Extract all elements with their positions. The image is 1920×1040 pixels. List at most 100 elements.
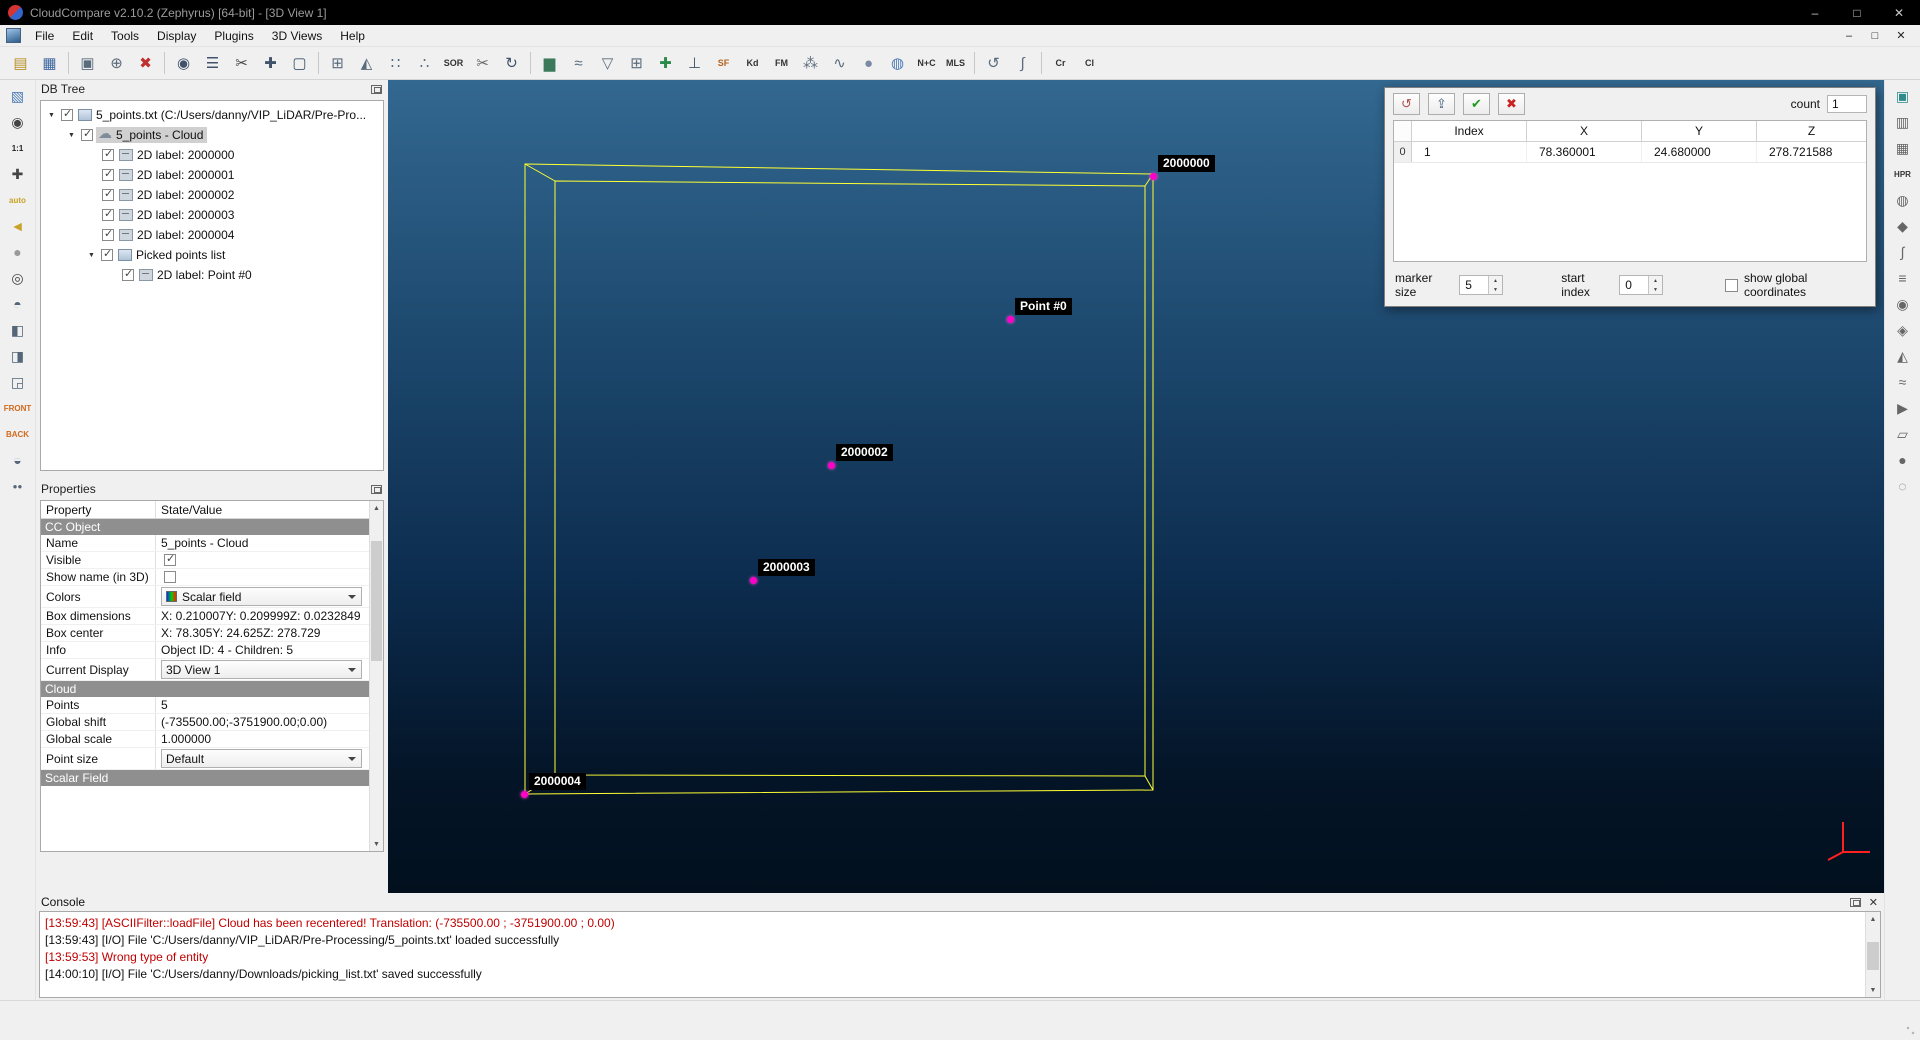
screenshot-icon[interactable]: ◉ (4, 110, 32, 134)
menu-display[interactable]: Display (148, 26, 205, 46)
display-settings-icon[interactable]: ▧ (4, 84, 32, 108)
sf-color-scale-icon[interactable]: SF (710, 50, 737, 76)
qsra-icon[interactable]: ◭ (1889, 344, 1917, 368)
translate-rotate-icon[interactable]: ✚ (257, 50, 284, 76)
roughness-icon[interactable]: ∿ (826, 50, 853, 76)
menu-tools[interactable]: Tools (102, 26, 148, 46)
expander-icon[interactable]: ▼ (85, 252, 98, 259)
tree-item-2d-label[interactable]: 2D label: 2000004 (41, 225, 383, 245)
delete-icon[interactable]: ✖ (132, 50, 159, 76)
canupo-create-icon[interactable]: Cr (1047, 50, 1074, 76)
console-scrollbar[interactable]: ▲ ▼ (1865, 912, 1880, 997)
scroll-down-icon[interactable]: ▼ (1866, 983, 1880, 997)
qpcv-icon[interactable]: ◍ (1889, 188, 1917, 212)
menu-help[interactable]: Help (331, 26, 374, 46)
expander-icon[interactable]: ▼ (45, 112, 58, 119)
spin-up-icon[interactable]: ▲ (1649, 276, 1662, 285)
ssao-filter-icon[interactable]: ▦ (1889, 136, 1917, 160)
menu-3d-views[interactable]: 3D Views (263, 26, 331, 46)
apply-button[interactable]: ✔ (1463, 93, 1490, 115)
minimize-button[interactable]: – (1794, 0, 1836, 25)
cell-x[interactable]: 78.360001 (1527, 142, 1642, 162)
qhpr-icon[interactable]: HPR (1889, 162, 1917, 186)
visibility-checkbox[interactable] (102, 209, 114, 221)
col-x[interactable]: X (1527, 121, 1642, 141)
kd-tree-icon[interactable]: Kd (739, 50, 766, 76)
edl-filter-icon[interactable]: ▥ (1889, 110, 1917, 134)
marker-size-spinner[interactable]: 5 ▲▼ (1459, 275, 1503, 295)
visibility-checkbox[interactable] (102, 229, 114, 241)
sor-filter-icon[interactable]: SOR (440, 50, 467, 76)
show-name-checkbox[interactable] (164, 571, 176, 583)
normals-curvature-icon[interactable]: N+C (913, 50, 940, 76)
visibility-checkbox[interactable] (102, 189, 114, 201)
scroll-down-icon[interactable]: ▼ (370, 837, 383, 851)
smooth-sphere-icon[interactable]: ● (855, 50, 882, 76)
mdi-minimize-button[interactable]: – (1836, 30, 1862, 42)
qcanupo-icon[interactable]: ● (1889, 448, 1917, 472)
fast-marching-icon[interactable]: FM (768, 50, 795, 76)
qcompass-icon[interactable]: ◉ (1889, 292, 1917, 316)
mdi-restore-button[interactable]: □ (1862, 30, 1888, 42)
export-points-button[interactable]: ⇪ (1428, 93, 1455, 115)
tree-item-2d-label[interactable]: 2D label: 2000002 (41, 185, 383, 205)
visibility-checkbox[interactable] (122, 269, 134, 281)
tree-item-2d-label[interactable]: 2D label: 2000001 (41, 165, 383, 185)
save-icon[interactable]: ▦ (36, 50, 63, 76)
iso-view-icon[interactable]: ◲ (4, 370, 32, 394)
colors-dropdown[interactable]: Scalar field (161, 587, 362, 606)
compute-normals-icon[interactable]: ⊥ (681, 50, 708, 76)
visibility-checkbox[interactable] (101, 249, 113, 261)
expander-icon[interactable]: ▼ (65, 132, 78, 139)
qransac-icon[interactable]: ◆ (1889, 214, 1917, 238)
scroll-up-icon[interactable]: ▲ (370, 501, 383, 515)
cell-z[interactable]: 278.721588 (1757, 142, 1866, 162)
tree-item-2d-label-point0[interactable]: 2D label: Point #0 (41, 265, 383, 285)
interactive-transform-icon[interactable]: ↻ (498, 50, 525, 76)
sample-points-icon[interactable]: ∷ (382, 50, 409, 76)
visibility-checkbox[interactable] (81, 129, 93, 141)
properties-scrollbar[interactable]: ▲ ▼ (369, 501, 383, 851)
resample-icon[interactable]: ↺ (980, 50, 1007, 76)
show-global-coordinates-checkbox[interactable] (1725, 279, 1738, 292)
col-y[interactable]: Y (1642, 121, 1757, 141)
density-icon[interactable]: ⁂ (797, 50, 824, 76)
close-button[interactable]: ✕ (1878, 0, 1920, 25)
qpoisson-icon[interactable]: ∫ (1889, 240, 1917, 264)
scroll-up-icon[interactable]: ▲ (1866, 912, 1880, 926)
spin-up-icon[interactable]: ▲ (1489, 276, 1502, 285)
poisson-recon-icon[interactable]: ∫ (1009, 50, 1036, 76)
qcsf-icon[interactable]: ≈ (1889, 370, 1917, 394)
cell-index[interactable]: 1 (1412, 142, 1527, 162)
resize-grip[interactable] (1905, 1025, 1917, 1037)
undock-icon[interactable] (371, 85, 382, 94)
dual-display-icon[interactable]: ●● (4, 474, 32, 498)
visibility-checkbox[interactable] (61, 109, 73, 121)
clipping-box-icon[interactable]: ▢ (286, 50, 313, 76)
globe-icon[interactable]: ◍ (884, 50, 911, 76)
spin-down-icon[interactable]: ▼ (1489, 285, 1502, 294)
db-tree-panel[interactable]: ▼ 5_points.txt (C:/Users/danny/VIP_LiDAR… (40, 100, 384, 471)
canupo-classify-icon[interactable]: Cl (1076, 50, 1103, 76)
current-display-dropdown[interactable]: 3D View 1 (161, 660, 362, 679)
visibility-checkbox[interactable] (102, 149, 114, 161)
col-z[interactable]: Z (1757, 121, 1866, 141)
3d-viewport[interactable]: 2000000 Point #0 2000002 2000003 2000004… (388, 80, 1884, 893)
qcork-icon[interactable]: ◌ (1889, 474, 1917, 498)
qanimation-icon[interactable]: ▶ (1889, 396, 1917, 420)
qfacets-icon[interactable]: ◈ (1889, 318, 1917, 342)
table-row[interactable]: 0 1 78.360001 24.680000 278.721588 (1394, 142, 1866, 163)
top-view-icon[interactable]: ◓ (4, 292, 32, 316)
tree-item-cloud[interactable]: ▼ 5_points - Cloud (41, 125, 383, 145)
menu-plugins[interactable]: Plugins (205, 26, 262, 46)
undock-icon[interactable] (371, 485, 382, 494)
scissors-icon[interactable]: ✂ (469, 50, 496, 76)
global-zoom-icon[interactable]: ✚ (4, 162, 32, 186)
magnifier-icon[interactable]: ◎ (4, 266, 32, 290)
mdi-close-button[interactable]: ✕ (1888, 29, 1914, 42)
picked-points-table[interactable]: Index X Y Z 0 1 78.360001 24.680000 278.… (1393, 120, 1867, 262)
point-list-picking-icon[interactable]: ☰ (199, 50, 226, 76)
right-view-icon[interactable]: ◨ (4, 344, 32, 368)
histogram-icon[interactable]: ▆ (536, 50, 563, 76)
octree-icon[interactable]: ⊞ (324, 50, 351, 76)
